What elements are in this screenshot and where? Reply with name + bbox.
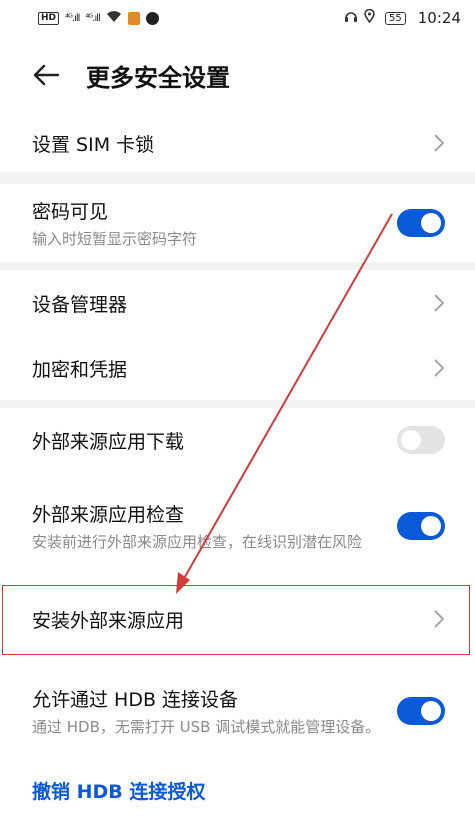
password-visible-toggle[interactable] <box>397 209 445 237</box>
external-source-card: 外部来源应用下载 外部来源应用检查 安装前进行外部来源应用检查，在线识别潜在风险… <box>0 408 475 824</box>
device-admin-row[interactable]: 设备管理器 <box>0 270 475 336</box>
wifi-icon <box>106 10 122 27</box>
encryption-row[interactable]: 加密和凭据 <box>0 336 475 400</box>
toggle-knob <box>421 516 441 536</box>
clock: 10:24 <box>417 9 461 27</box>
password-visible-description: 输入时短暂显示密码字符 <box>32 229 198 248</box>
signal-icon-2: ⁴ᴳ.ıll <box>85 12 100 24</box>
password-visible-row[interactable]: 密码可见 输入时短暂显示密码字符 <box>0 184 475 262</box>
allow-hdb-description: 通过 HDB，无需打开 USB 调试模式就能管理设备。 <box>32 717 381 736</box>
page-title: 更多安全设置 <box>86 63 230 92</box>
status-left: HD ⁴ᴳ.ıll ⁴ᴳ.ıll <box>38 10 159 27</box>
sim-lock-label: 设置 SIM 卡锁 <box>32 133 155 156</box>
toggle-knob <box>421 213 441 233</box>
sim-lock-card: 设置 SIM 卡锁 <box>0 114 475 172</box>
signal-icon-1: ⁴ᴳ.ıll <box>65 12 80 24</box>
external-check-label: 外部来源应用检查 <box>32 503 185 526</box>
hd-badge: HD <box>38 11 60 25</box>
install-external-label: 安装外部来源应用 <box>32 609 185 632</box>
device-admin-label: 设备管理器 <box>32 293 128 316</box>
app-notification-icon-2 <box>145 11 159 25</box>
headset-icon <box>344 9 358 27</box>
status-bar: HD ⁴ᴳ.ıll ⁴ᴳ.ıll 55 10:24 <box>0 0 475 36</box>
allow-hdb-label: 允许通过 HDB 连接设备 <box>32 688 239 711</box>
app-notification-icon <box>127 11 140 25</box>
chevron-right-icon <box>434 134 445 152</box>
admin-card: 设备管理器 加密和凭据 <box>0 270 475 400</box>
external-check-toggle[interactable] <box>397 512 445 540</box>
allow-hdb-toggle[interactable] <box>397 697 445 725</box>
external-download-row[interactable]: 外部来源应用下载 <box>0 408 475 472</box>
password-visible-label: 密码可见 <box>32 200 109 223</box>
back-button[interactable] <box>32 59 64 91</box>
chevron-right-icon <box>434 359 445 377</box>
external-download-toggle[interactable] <box>397 426 445 454</box>
allow-hdb-row[interactable]: 允许通过 HDB 连接设备 通过 HDB，无需打开 USB 调试模式就能管理设备… <box>0 658 475 764</box>
external-download-label: 外部来源应用下载 <box>32 430 185 453</box>
sim-lock-row[interactable]: 设置 SIM 卡锁 <box>0 114 475 172</box>
toggle-knob <box>401 430 421 450</box>
location-icon <box>364 8 375 27</box>
password-visible-card: 密码可见 输入时短暂显示密码字符 <box>0 184 475 262</box>
revoke-hdb-link[interactable]: 撤销 HDB 连接授权 <box>32 777 205 804</box>
install-external-row[interactable]: 安装外部来源应用 <box>0 586 475 652</box>
toggle-knob <box>421 701 441 721</box>
external-check-row[interactable]: 外部来源应用检查 安装前进行外部来源应用检查，在线识别潜在风险 <box>0 472 475 580</box>
revoke-hdb-row[interactable]: 撤销 HDB 连接授权 <box>0 764 475 816</box>
chevron-right-icon <box>434 610 445 628</box>
arrow-left-icon <box>33 64 60 86</box>
battery-indicator: 55 <box>385 11 406 25</box>
chevron-right-icon <box>434 294 445 312</box>
status-right: 55 10:24 <box>344 8 461 27</box>
encryption-label: 加密和凭据 <box>32 358 128 381</box>
external-check-description: 安装前进行外部来源应用检查，在线识别潜在风险 <box>32 532 363 551</box>
app-header: 更多安全设置 <box>0 36 475 114</box>
